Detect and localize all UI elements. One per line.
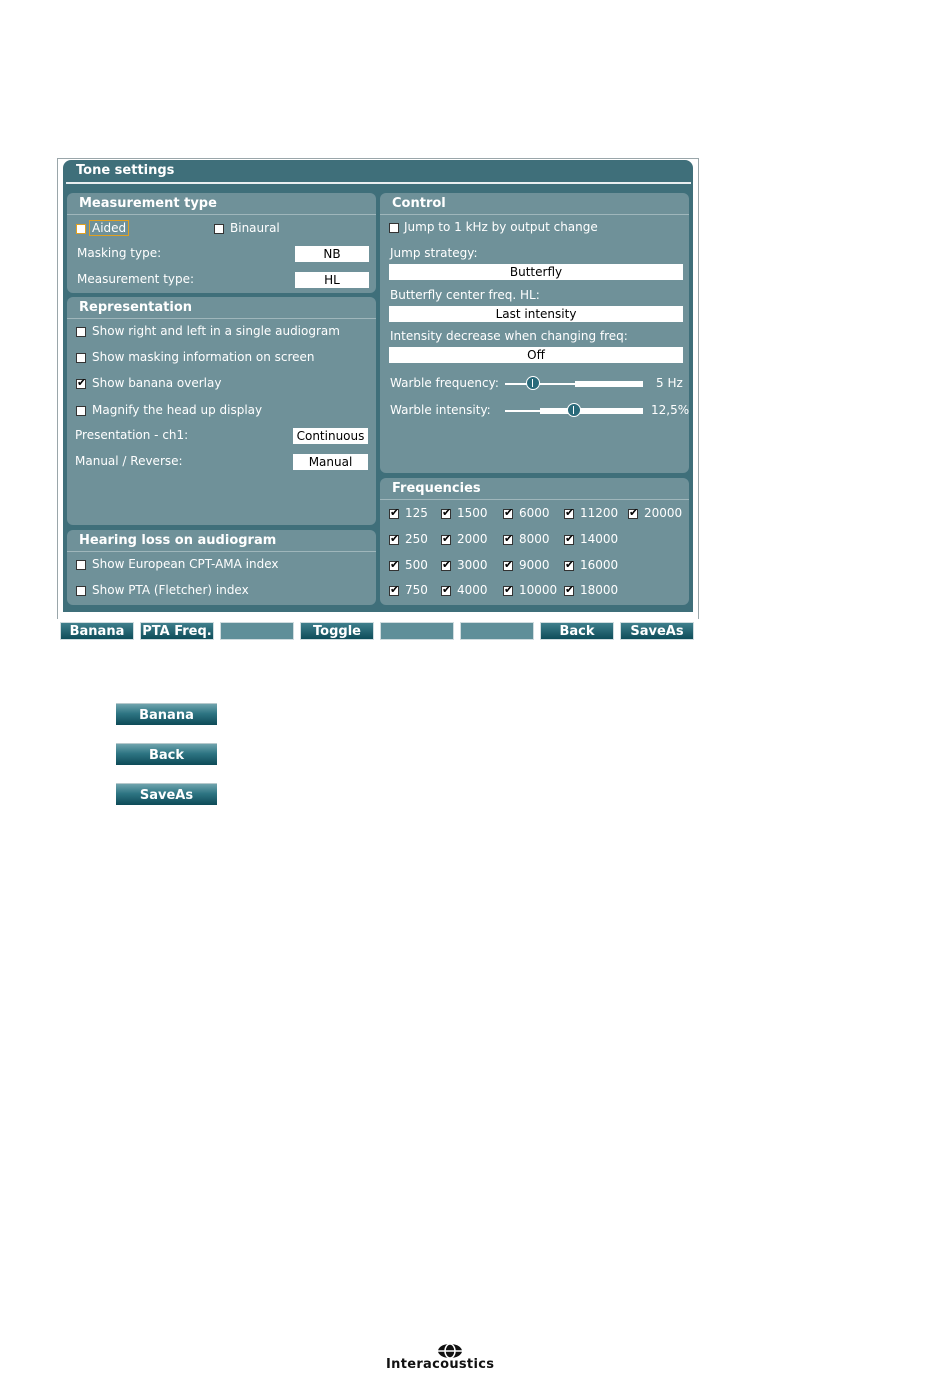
back-button[interactable]: Back	[116, 743, 217, 765]
control-header: Control	[380, 193, 689, 215]
function-button-banana[interactable]: Banana	[60, 622, 134, 640]
intensity-decrease-label: Intensity decrease when changing freq:	[390, 329, 628, 343]
warble-intensity-label: Warble intensity:	[390, 403, 491, 417]
presentation-label: Presentation - ch1:	[75, 428, 189, 442]
title-divider	[66, 182, 691, 184]
measurement-type-label: Measurement type:	[77, 272, 195, 286]
function-button-pta-freq[interactable]: PTA Freq.	[140, 622, 214, 640]
jump-1khz-checkbox[interactable]	[389, 223, 399, 233]
masking-type-label: Masking type:	[77, 246, 162, 260]
warble-frequency-label: Warble frequency:	[390, 376, 499, 390]
function-button-toggle[interactable]: Toggle	[300, 622, 374, 640]
cpt-ama-checkbox[interactable]	[76, 560, 86, 570]
banana-overlay-checkbox[interactable]	[76, 376, 86, 389]
frequency-label-1500: 1500	[457, 506, 488, 520]
jump-strategy-value[interactable]: Butterfly	[389, 264, 683, 280]
frequency-checkbox-125[interactable]	[389, 506, 399, 519]
frequency-checkbox-750[interactable]	[389, 583, 399, 596]
frequency-checkbox-20000[interactable]	[628, 506, 638, 519]
frequency-label-500: 500	[405, 558, 428, 572]
binaural-checkbox[interactable]	[214, 224, 224, 234]
function-button-empty-4[interactable]	[380, 622, 454, 640]
pta-fletcher-checkbox[interactable]	[76, 586, 86, 596]
frequency-checkbox-9000[interactable]	[503, 558, 513, 571]
single-audiogram-label: Show right and left in a single audiogra…	[92, 324, 340, 338]
manual-reverse-value[interactable]: Manual	[293, 454, 368, 470]
butterfly-label: Butterfly center freq. HL:	[390, 288, 540, 302]
frequency-label-750: 750	[405, 583, 428, 597]
window-title: Tone settings	[76, 163, 175, 178]
frequency-checkbox-2000[interactable]	[441, 532, 451, 545]
binaural-label: Binaural	[230, 221, 280, 235]
function-button-empty-5[interactable]	[460, 622, 534, 640]
frequency-checkbox-10000[interactable]	[503, 583, 513, 596]
brand-name: Interacoustics	[386, 1357, 495, 1372]
jump-1khz-label: Jump to 1 kHz by output change	[404, 220, 598, 234]
frequency-label-16000: 16000	[580, 558, 619, 572]
frequency-label-11200: 11200	[580, 506, 619, 520]
magnify-checkbox[interactable]	[76, 406, 86, 416]
frequency-checkbox-6000[interactable]	[503, 506, 513, 519]
function-button-empty-2[interactable]	[220, 622, 294, 640]
frequency-checkbox-500[interactable]	[389, 558, 399, 571]
measurement-type-header: Measurement type	[67, 193, 376, 215]
intensity-decrease-value[interactable]: Off	[389, 347, 683, 363]
representation-header: Representation	[67, 297, 376, 319]
frequency-checkbox-250[interactable]	[389, 532, 399, 545]
frequency-checkbox-18000[interactable]	[564, 583, 574, 596]
frequency-checkbox-1500[interactable]	[441, 506, 451, 519]
masking-info-label: Show masking information on screen	[92, 350, 315, 364]
frequency-checkbox-14000[interactable]	[564, 532, 574, 545]
aided-label: Aided	[88, 220, 130, 236]
frequency-label-250: 250	[405, 532, 428, 546]
butterfly-value[interactable]: Last intensity	[389, 306, 683, 322]
banana-button[interactable]: Banana	[116, 703, 217, 725]
warble-intensity-knob[interactable]	[567, 403, 581, 417]
frequency-label-9000: 9000	[519, 558, 550, 572]
measurement-type-value[interactable]: HL	[295, 272, 369, 288]
warble-frequency-value: 5 Hz	[656, 376, 683, 390]
warble-intensity-fill	[540, 408, 643, 414]
warble-frequency-knob[interactable]	[526, 376, 540, 390]
aided-checkbox[interactable]	[76, 224, 86, 234]
function-button-back[interactable]: Back	[540, 622, 614, 640]
frequency-label-125: 125	[405, 506, 428, 520]
manual-reverse-label: Manual / Reverse:	[75, 454, 183, 468]
single-audiogram-checkbox[interactable]	[76, 327, 86, 337]
frequency-checkbox-16000[interactable]	[564, 558, 574, 571]
frequency-label-10000: 10000	[519, 583, 558, 597]
magnify-label: Magnify the head up display	[92, 403, 263, 417]
frequency-checkbox-4000[interactable]	[441, 583, 451, 596]
masking-info-checkbox[interactable]	[76, 353, 86, 363]
frequency-label-2000: 2000	[457, 532, 488, 546]
hearing-loss-header: Hearing loss on audiogram	[67, 530, 376, 552]
frequency-label-6000: 6000	[519, 506, 550, 520]
frequencies-header: Frequencies	[380, 478, 689, 500]
frequency-label-3000: 3000	[457, 558, 488, 572]
frequency-label-14000: 14000	[580, 532, 619, 546]
frequency-checkbox-3000[interactable]	[441, 558, 451, 571]
jump-strategy-label: Jump strategy:	[390, 246, 478, 260]
frequency-checkbox-8000[interactable]	[503, 532, 513, 545]
masking-type-value[interactable]: NB	[295, 246, 369, 262]
saveas-button[interactable]: SaveAs	[116, 783, 217, 805]
presentation-value[interactable]: Continuous	[293, 428, 368, 444]
frequency-label-18000: 18000	[580, 583, 619, 597]
warble-intensity-value: 12,5%	[651, 403, 690, 417]
warble-frequency-fill	[575, 381, 643, 387]
pta-fletcher-label: Show PTA (Fletcher) index	[92, 583, 249, 597]
frequency-label-8000: 8000	[519, 532, 550, 546]
cpt-ama-label: Show European CPT-AMA index	[92, 557, 279, 571]
frequency-checkbox-11200[interactable]	[564, 506, 574, 519]
function-button-saveas[interactable]: SaveAs	[620, 622, 694, 640]
frequency-label-4000: 4000	[457, 583, 488, 597]
banana-overlay-label: Show banana overlay	[92, 376, 222, 390]
frequency-label-20000: 20000	[644, 506, 683, 520]
